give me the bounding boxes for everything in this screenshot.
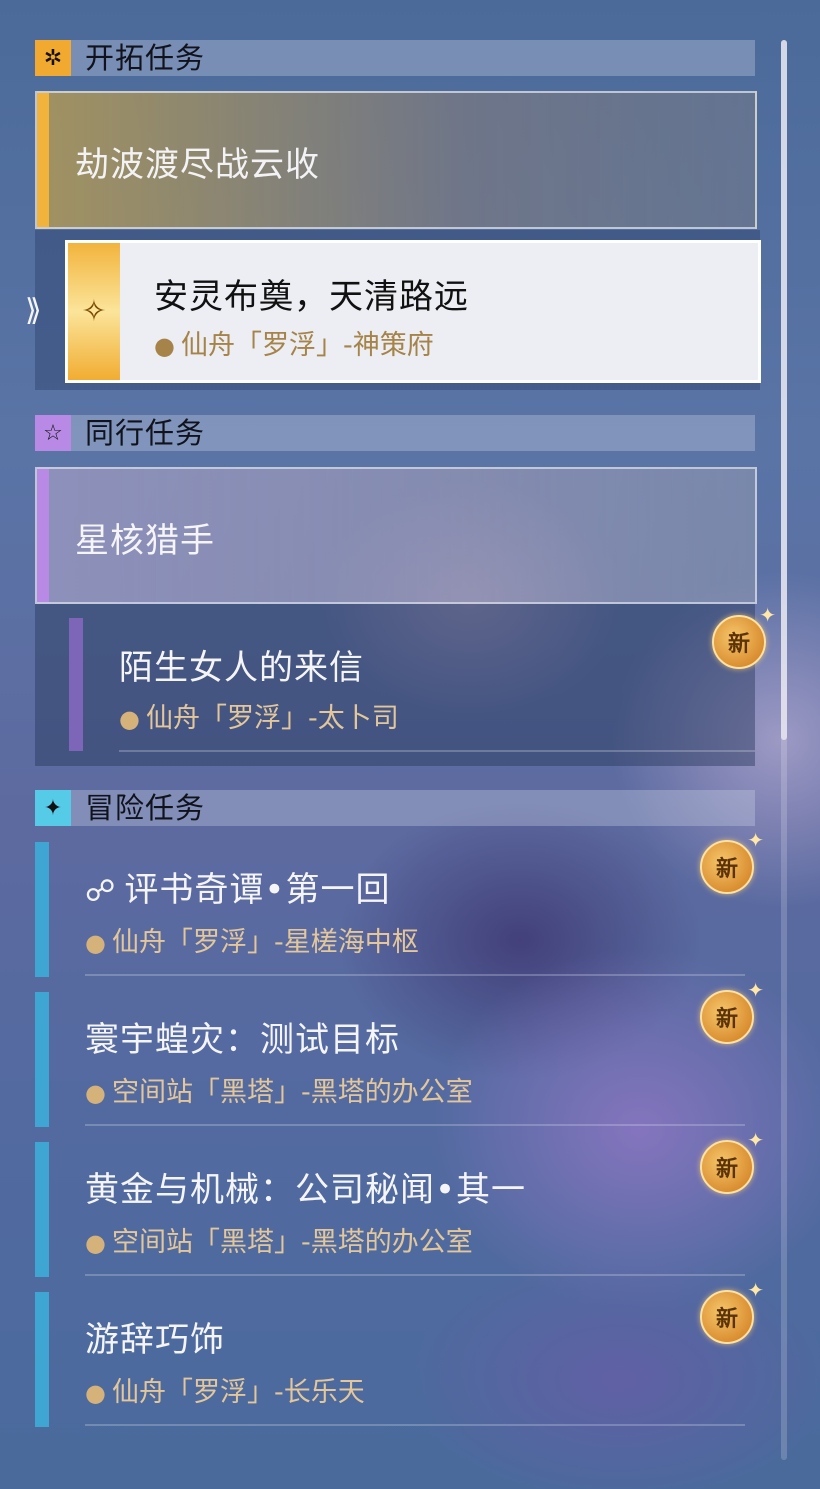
divider bbox=[85, 1274, 745, 1276]
quest-title: 寰宇蝗灾：测试目标 bbox=[85, 1020, 400, 1060]
quest-arc-title: 星核猎手 bbox=[75, 521, 215, 561]
quest-title: ☍ 评书奇谭•第一回 bbox=[85, 870, 391, 910]
section-title: 冒险任务 bbox=[85, 791, 206, 825]
accent-bar bbox=[35, 842, 49, 977]
quest-item[interactable]: 黄金与机械：公司秘闻•其一 ● 空间站「黑塔」-黑塔的办公室 bbox=[35, 1142, 755, 1277]
section-header-companion: ☆ 同行任务 bbox=[35, 415, 755, 451]
divider bbox=[85, 1124, 745, 1126]
divider bbox=[85, 1424, 745, 1426]
quest-title: 游辞巧饰 bbox=[85, 1320, 225, 1360]
location-pin-icon: ● bbox=[154, 332, 175, 360]
accent-bar bbox=[35, 1292, 49, 1427]
new-badge: 新 bbox=[700, 1278, 764, 1344]
divider bbox=[85, 974, 745, 976]
quest-location: ● 空间站「黑塔」-黑塔的办公室 bbox=[85, 1227, 473, 1258]
accent-bar bbox=[37, 93, 49, 227]
quest-item[interactable]: 陌生女人的来信 ● 仙舟「罗浮」-太卜司 bbox=[35, 604, 755, 766]
accent-bar bbox=[69, 618, 83, 751]
quest-arc-card-trailblaze[interactable]: 劫波渡尽战云收 bbox=[35, 91, 757, 229]
accent-bar bbox=[35, 1142, 49, 1277]
quest-location: ● 仙舟「罗浮」-长乐天 bbox=[85, 1377, 365, 1408]
trailblaze-quest-emblem-icon: ✧ bbox=[68, 243, 120, 380]
location-pin-icon: ● bbox=[85, 1379, 106, 1407]
section-header-adventure: ✦ 冒险任务 bbox=[35, 790, 755, 826]
quest-arc-title: 劫波渡尽战云收 bbox=[75, 145, 320, 185]
quest-location: ● 空间站「黑塔」-黑塔的办公室 bbox=[85, 1077, 473, 1108]
sparkle-icon: ✦ bbox=[35, 790, 71, 826]
event-icon: ☍ bbox=[85, 874, 117, 909]
location-pin-icon: ● bbox=[119, 705, 140, 733]
quest-item[interactable]: 寰宇蝗灾：测试目标 ● 空间站「黑塔」-黑塔的办公室 bbox=[35, 992, 755, 1127]
section-header-trailblaze: ✲ 开拓任务 bbox=[35, 40, 755, 76]
accent-bar bbox=[35, 992, 49, 1127]
quest-item[interactable]: ☍ 评书奇谭•第一回 ● 仙舟「罗浮」-星槎海中枢 bbox=[35, 842, 755, 977]
location-pin-icon: ● bbox=[85, 929, 106, 957]
quest-location: ● 仙舟「罗浮」-太卜司 bbox=[119, 703, 399, 734]
new-badge: 新 bbox=[712, 603, 776, 669]
selected-quest-item[interactable]: ✧ 安灵布奠，天清路远 ● 仙舟「罗浮」-神策府 bbox=[65, 240, 761, 383]
new-badge: 新 bbox=[700, 1128, 764, 1194]
quest-item[interactable]: 游辞巧饰 ● 仙舟「罗浮」-长乐天 bbox=[35, 1292, 755, 1427]
quest-location: ● 仙舟「罗浮」-神策府 bbox=[154, 330, 434, 361]
divider bbox=[119, 750, 755, 752]
scrollbar-thumb[interactable] bbox=[781, 40, 787, 740]
new-badge: 新 bbox=[700, 828, 764, 894]
section-title: 开拓任务 bbox=[85, 41, 206, 75]
selection-pointer-icon: ⟫ bbox=[25, 293, 42, 328]
section-title: 同行任务 bbox=[85, 416, 206, 450]
location-pin-icon: ● bbox=[85, 1229, 106, 1257]
trailblaze-emblem-icon: ✲ bbox=[35, 40, 71, 76]
new-badge: 新 bbox=[700, 978, 764, 1044]
location-pin-icon: ● bbox=[85, 1079, 106, 1107]
quest-arc-card-companion[interactable]: 星核猎手 bbox=[35, 467, 757, 604]
quest-location: ● 仙舟「罗浮」-星槎海中枢 bbox=[85, 927, 419, 958]
star-icon: ☆ bbox=[35, 415, 71, 451]
quest-title: 安灵布奠，天清路远 bbox=[154, 277, 469, 317]
quest-title: 陌生女人的来信 bbox=[119, 648, 364, 688]
accent-bar bbox=[37, 469, 49, 602]
quest-title: 黄金与机械：公司秘闻•其一 bbox=[85, 1170, 527, 1210]
